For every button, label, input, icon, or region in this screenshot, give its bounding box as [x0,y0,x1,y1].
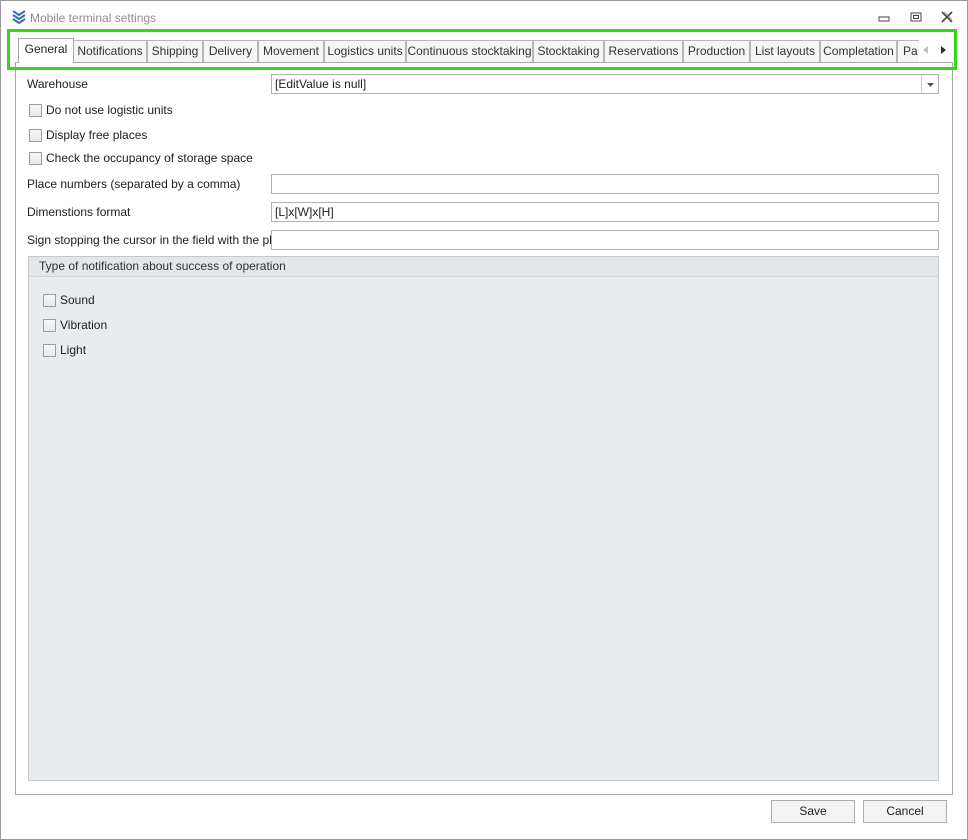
tab-completation[interactable]: Completation [820,40,897,62]
dimensions-format-input[interactable]: [L]x[W]x[H] [271,202,939,222]
checkbox-label: Vibration [60,318,108,332]
place-numbers-input[interactable] [271,174,939,194]
notification-type-group: Type of notification about success of op… [28,256,939,781]
tab-notifications[interactable]: Notifications [73,40,147,62]
app-logo-icon [11,9,27,25]
settings-window: Mobile terminal settings General Notific… [0,0,968,840]
checkbox-label: Check the occupancy of storage space [46,151,253,165]
checkbox-box[interactable] [43,294,56,307]
tab-truncated[interactable]: Pa [897,40,919,62]
close-icon[interactable] [939,10,955,24]
checkbox-box[interactable] [29,104,42,117]
checkbox-box[interactable] [29,129,42,142]
no-logistic-units-checkbox[interactable]: Do not use logistic units [29,103,189,119]
minimize-icon[interactable] [876,10,892,24]
vibration-checkbox[interactable]: Vibration [43,318,133,334]
sign-stopping-input[interactable] [271,230,939,250]
tab-shipping[interactable]: Shipping [147,40,203,62]
place-numbers-label: Place numbers (separated by a comma) [27,177,241,191]
checkbox-box[interactable] [43,344,56,357]
chevron-down-icon[interactable] [921,75,938,93]
warehouse-label: Warehouse [27,77,88,91]
checkbox-label: Light [60,343,87,357]
warehouse-value: [EditValue is null] [275,77,367,91]
tab-general[interactable]: General [18,38,74,63]
cancel-button[interactable]: Cancel [863,800,947,823]
checkbox-box[interactable] [29,152,42,165]
check-occupancy-checkbox[interactable]: Check the occupancy of storage space [29,151,253,167]
sound-checkbox[interactable]: Sound [43,293,123,309]
checkbox-box[interactable] [43,319,56,332]
tab-list-layouts[interactable]: List layouts [750,40,820,62]
restore-icon[interactable] [908,10,924,24]
checkbox-label: Do not use logistic units [46,103,173,117]
display-free-places-checkbox[interactable]: Display free places [29,128,159,144]
light-checkbox[interactable]: Light [43,343,113,359]
scroll-tabs-right-icon[interactable] [936,42,950,58]
save-button[interactable]: Save [771,800,855,823]
tab-logistics-units[interactable]: Logistics units [324,40,406,62]
group-title: Type of notification about success of op… [29,257,938,277]
sign-stopping-label: Sign stopping the cursor in the field wi… [27,233,292,247]
title-bar: Mobile terminal settings [1,1,967,33]
tab-continuous-stocktaking[interactable]: Continuous stocktaking [406,40,533,62]
scroll-tabs-left-icon[interactable] [919,42,933,58]
dimensions-format-label: Dimenstions format [27,205,131,219]
tab-strip: General Notifications Shipping Delivery … [15,38,953,63]
window-title: Mobile terminal settings [30,11,157,25]
tab-reservations[interactable]: Reservations [604,40,683,62]
tab-production[interactable]: Production [683,40,750,62]
warehouse-combobox[interactable]: [EditValue is null] [271,74,939,94]
tab-delivery[interactable]: Delivery [203,40,258,62]
checkbox-label: Sound [60,293,95,307]
tab-stocktaking[interactable]: Stocktaking [533,40,604,62]
tab-movement[interactable]: Movement [258,40,324,62]
checkbox-label: Display free places [46,128,148,142]
